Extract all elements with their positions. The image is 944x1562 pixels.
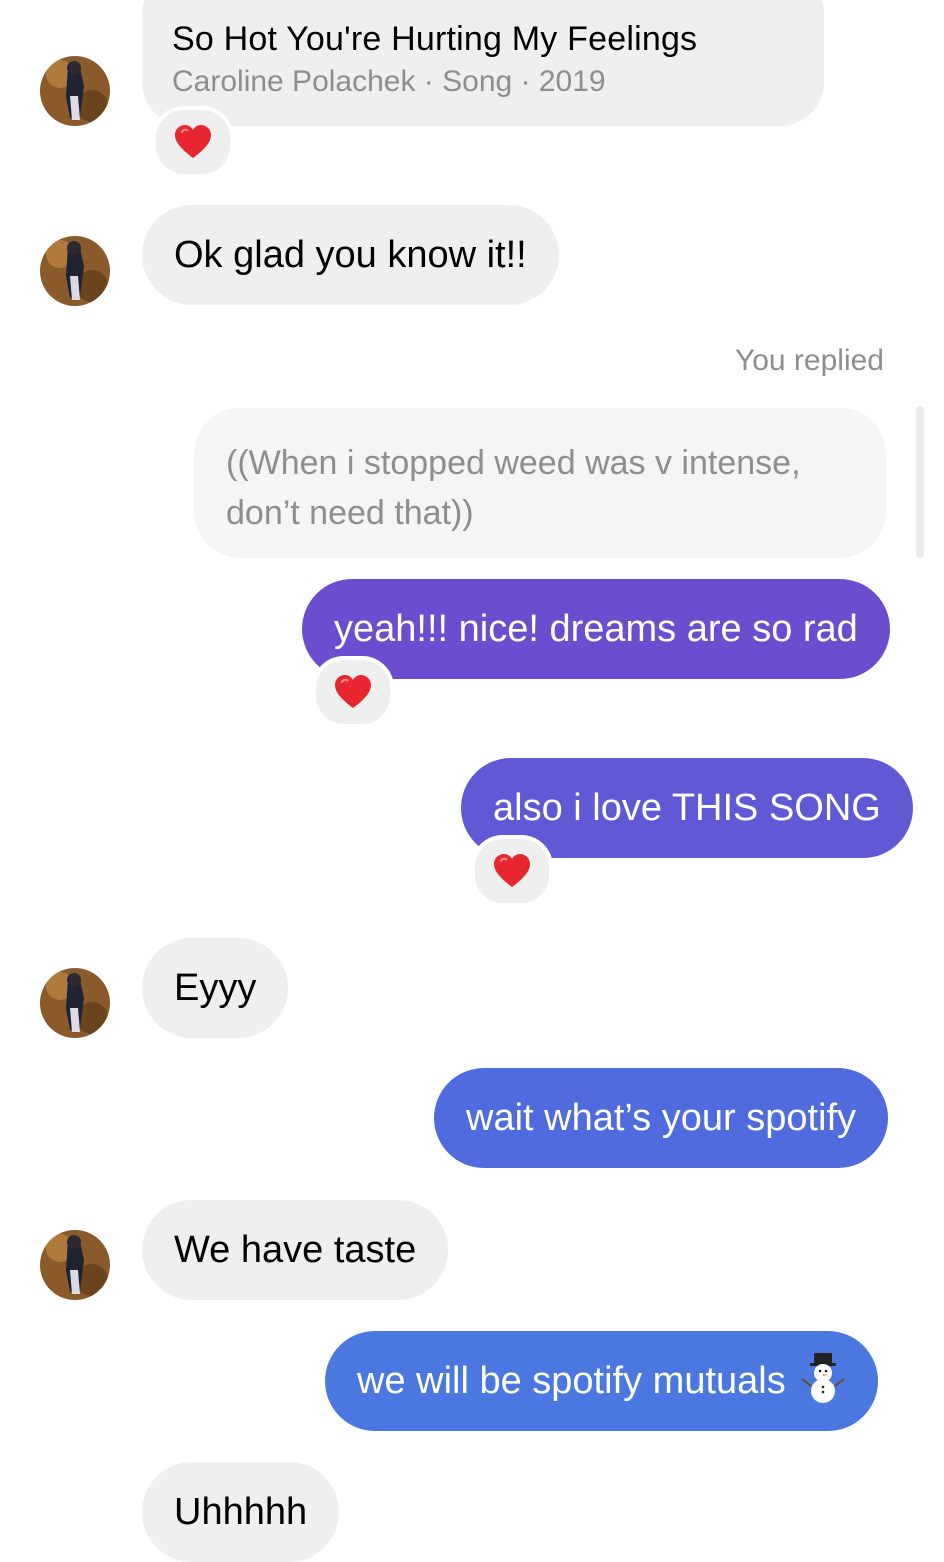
contact-avatar[interactable] [40,56,110,126]
message-text: Ok glad you know it!! [174,234,527,276]
heart-icon [175,125,211,158]
contact-avatar[interactable] [40,1230,110,1300]
message-text: we will be spotify mutuals [357,1360,786,1402]
heart-reaction[interactable] [152,106,234,178]
outgoing-message[interactable]: we will be spotify mutuals [325,1331,878,1431]
snowman-icon [800,1352,846,1410]
song-subtitle: Caroline Polachek · Song · 2019 [172,65,606,98]
message-text: Eyyy [174,967,257,1009]
song-title: So Hot You're Hurting My Feelings [172,20,698,58]
heart-icon [335,675,371,708]
incoming-message[interactable]: Ok glad you know it!! [142,205,559,305]
message-text: wait what’s your spotify [466,1097,857,1139]
contact-avatar[interactable] [40,968,110,1038]
contact-avatar[interactable] [40,236,110,306]
incoming-message[interactable]: Eyyy [142,938,289,1038]
message-text: We have taste [174,1229,417,1271]
quoted-line-1: ((When i stopped weed was v intense, [226,444,801,482]
incoming-message[interactable]: Uhhhhh [142,1462,340,1562]
message-text: Uhhhhh [174,1491,308,1533]
shared-song-card[interactable]: So Hot You're Hurting My Feelings Caroli… [142,0,824,126]
heart-reaction[interactable] [471,835,553,907]
quoted-line-2: don’t need that)) [226,494,474,532]
heart-reaction[interactable] [312,656,394,728]
outgoing-message[interactable]: yeah!!! nice! dreams are so rad [302,579,890,679]
outgoing-message[interactable]: wait what’s your spotify [434,1068,889,1168]
heart-icon [494,854,530,887]
reply-indicator-bar [916,406,924,558]
message-text: yeah!!! nice! dreams are so rad [334,608,858,650]
incoming-message[interactable]: We have taste [142,1200,449,1300]
quoted-message[interactable]: ((When i stopped weed was v intense, don… [194,408,886,558]
you-replied-label: You replied [734,344,884,377]
message-text: also i love THIS SONG [493,787,881,829]
